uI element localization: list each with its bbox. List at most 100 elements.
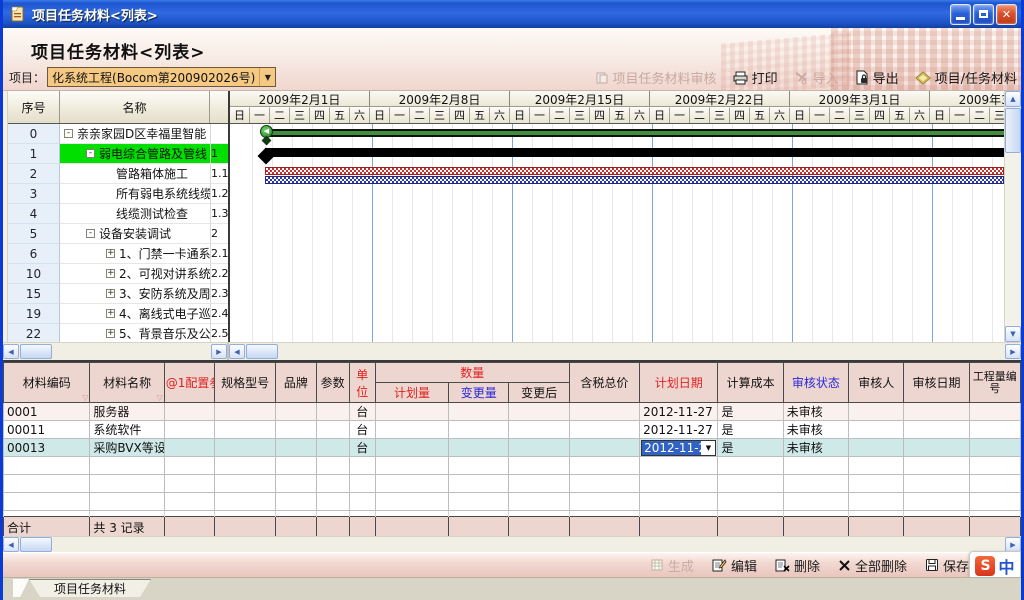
export-button[interactable]: 导出 (855, 68, 899, 87)
table-row-selected[interactable]: 00013采购BVX等设备 台 2012-11-27 ▼ 是未审核 (4, 439, 1021, 457)
day-header-cell: 五 (470, 107, 490, 123)
expand-icon[interactable]: + (106, 269, 115, 278)
table-row-empty (4, 493, 1021, 511)
delete-button[interactable]: 删除 (775, 556, 820, 575)
task-grid: 序号 名称 0-亲亲家园D区幸福里智能 1-弱电综合管路及管线1 2管路箱体施工… (8, 91, 228, 342)
wbs-column-header (210, 91, 228, 123)
gantt-bar-task-red[interactable] (265, 167, 1004, 175)
task-row[interactable]: 15+3、安防系统及周2.3 (8, 284, 228, 304)
col-header-name[interactable]: 材料名称▽ (90, 363, 164, 403)
day-header-cell: 三 (710, 107, 730, 123)
collapse-icon[interactable]: - (86, 149, 95, 158)
scroll-right-icon[interactable]: ▶ (1005, 537, 1021, 552)
scroll-down-icon[interactable]: ▼ (1005, 326, 1021, 342)
generate-button[interactable]: 生成 (650, 556, 694, 575)
gantt-bar-summary-green[interactable] (265, 129, 1004, 137)
print-button[interactable]: 打印 (733, 68, 778, 87)
day-header-cell: 日 (510, 107, 530, 123)
scroll-left-icon[interactable]: ◀ (3, 537, 19, 552)
import-button[interactable]: 导入 (794, 68, 839, 87)
task-row[interactable]: 5-设备安装调试2 (8, 224, 228, 244)
day-header-cell: 二 (550, 107, 570, 123)
tab-project-task-material[interactable]: 项目任务材料 (29, 579, 151, 597)
day-header-cell: 日 (650, 107, 670, 123)
project-task-material-button[interactable]: 项目/任务材料 (915, 68, 1017, 87)
close-button[interactable]: ✕ (996, 4, 1017, 25)
scroll-left-icon[interactable]: ◀ (229, 344, 245, 359)
plan-date-value: 2012-11-27 (642, 441, 701, 455)
day-header-cell: 三 (850, 107, 870, 123)
col-header-param: 参数 (316, 363, 349, 403)
save-button[interactable]: 保存 (925, 556, 969, 575)
day-header-cell: 二 (270, 107, 290, 123)
week-label: 2009年2月15日 (510, 91, 650, 107)
x-icon (838, 559, 851, 572)
day-header-cell: 日 (230, 107, 250, 123)
delete-all-button[interactable]: 全部删除 (838, 556, 907, 575)
ime-chinese-indicator[interactable]: 中 (998, 554, 1014, 578)
audit-icon (595, 71, 609, 85)
scroll-right-icon[interactable]: ▶ (1005, 344, 1021, 359)
gantt-bar-progress-blue[interactable] (265, 176, 1004, 184)
chevron-down-icon[interactable]: ▼ (701, 444, 715, 452)
sogou-icon[interactable]: S (975, 556, 995, 576)
audit-button[interactable]: 项目任务材料审核 (595, 68, 717, 87)
day-header-cell: 一 (390, 107, 410, 123)
col-header-unit: 单位 (349, 363, 375, 403)
maximize-button[interactable] (973, 4, 994, 25)
project-combobox[interactable]: 化系统工程(Bocom第200902026号) ▼ (47, 67, 276, 87)
scroll-up-icon[interactable]: ▲ (1005, 91, 1021, 107)
col-header-code[interactable]: 材料编码▽ (4, 363, 90, 403)
expand-icon[interactable]: + (106, 329, 115, 338)
day-header-cell: 日 (790, 107, 810, 123)
day-header-cell: 四 (730, 107, 750, 123)
plan-date-editor[interactable]: 2012-11-27 ▼ (641, 440, 716, 456)
import-icon (794, 71, 809, 85)
table-row-empty (4, 475, 1021, 493)
expand-icon[interactable]: + (106, 249, 115, 258)
task-row[interactable]: 0-亲亲家园D区幸福里智能 (8, 124, 228, 144)
expand-icon[interactable]: + (106, 309, 115, 318)
collapse-icon[interactable]: - (64, 129, 73, 138)
gantt-bar-summary-black[interactable] (265, 148, 1004, 157)
day-header-cell: 四 (310, 107, 330, 123)
app-icon (9, 5, 27, 23)
day-header-cell: 四 (450, 107, 470, 123)
scroll-left-icon[interactable]: ◀ (3, 344, 19, 359)
col-header-qty-after: 变更后 (509, 383, 569, 403)
chevron-down-icon[interactable]: ▼ (259, 68, 275, 86)
task-row[interactable]: 22+5、背景音乐及公2.5 (8, 324, 228, 342)
table-row[interactable]: 0001服务器 台 2012-11-27是未审核 (4, 403, 1021, 421)
task-row[interactable]: 10+2、可视对讲系统2.2 (8, 264, 228, 284)
sort-icon: ▽ (157, 393, 163, 402)
task-row[interactable]: 6+1、门禁一卡通系2.1 (8, 244, 228, 264)
day-header-cell: 六 (490, 107, 510, 123)
minimize-button[interactable] (950, 4, 971, 25)
edit-icon (712, 558, 727, 572)
scroll-right-icon[interactable]: ▶ (211, 344, 227, 359)
scrollbar-thumb[interactable] (1005, 108, 1021, 153)
day-header-cell: 一 (670, 107, 690, 123)
table-row[interactable]: 00011系统软件 台 2012-11-27是未审核 (4, 421, 1021, 439)
collapse-icon[interactable]: - (86, 229, 95, 238)
day-header-cell: 一 (250, 107, 270, 123)
seq-column-header: 序号 (8, 91, 60, 123)
task-row[interactable]: 3所有弱电系统线缆1.2 (8, 184, 228, 204)
col-header-audit-date: 审核日期 (904, 363, 969, 403)
expand-icon[interactable]: + (106, 289, 115, 298)
col-header-plan-date: 计划日期 (640, 363, 718, 403)
footer-total-label: 合计 (4, 517, 90, 537)
edit-button[interactable]: 编辑 (712, 556, 757, 575)
scrollbar-thumb[interactable] (20, 344, 52, 359)
grid-horizontal-scrollbar: ◀ ▶ (3, 343, 229, 360)
col-header-config: @1配置参数 (164, 363, 214, 403)
task-row-selected[interactable]: 1-弱电综合管路及管线1 (8, 144, 228, 164)
scrollbar-thumb[interactable] (20, 537, 52, 552)
table-footer-row: 合计 共 3 记录 (4, 517, 1021, 537)
task-row[interactable]: 19+4、离线式电子巡2.4 (8, 304, 228, 324)
week-label: 2009年2月1日 (230, 91, 370, 107)
task-row[interactable]: 2管路箱体施工1.1 (8, 164, 228, 184)
day-header-cell: 二 (830, 107, 850, 123)
task-row[interactable]: 4线缆测试检查1.3 (8, 204, 228, 224)
scrollbar-thumb[interactable] (246, 344, 278, 359)
